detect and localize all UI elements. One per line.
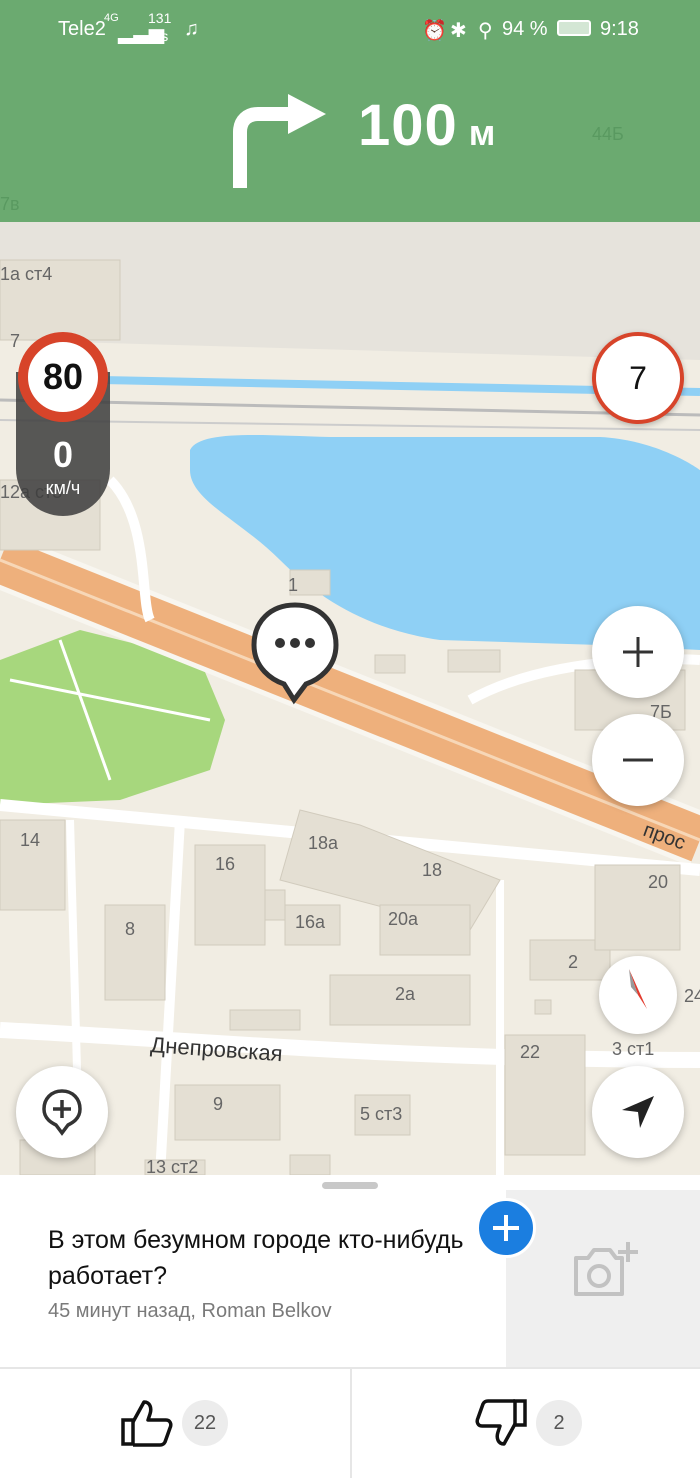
svg-text:8: 8 [125,919,135,939]
compass-button[interactable] [599,956,677,1034]
add-photo-area[interactable] [506,1190,700,1368]
svg-text:9: 9 [213,1094,223,1114]
locate-me-button[interactable] [592,1066,684,1158]
maneuver-distance: 100 м [358,93,497,158]
add-marker-icon [42,1089,82,1136]
plus-icon [493,1215,519,1241]
svg-text:1а ст4: 1а ст4 [0,264,52,284]
svg-text:2: 2 [568,952,578,972]
dislikes-count: 2 [536,1400,582,1446]
dislike-button[interactable]: 2 [474,1398,584,1448]
like-button[interactable]: 22 [120,1398,230,1448]
zoom-out-button[interactable] [592,714,684,806]
net-speed-unit: K/s [148,28,169,44]
carrier-label: Tele2 [58,18,106,40]
status-bar: Tele2 4G ▂▃▅ 131 K/s ♫ ⏰ ✱ ⚲ 94 % 9:18 [0,0,700,58]
camera-add-icon [574,1242,638,1296]
current-speed: 0 [52,434,74,475]
svg-text:22: 22 [520,1042,540,1062]
alarm-icon: ⏰ [422,20,447,42]
battery-percent: 94 % [502,18,548,40]
turn-right-arrow-icon [233,94,326,188]
svg-text:20: 20 [648,872,668,892]
clock: 9:18 [600,18,639,40]
svg-text:7: 7 [10,331,20,351]
zoom-in-button[interactable] [592,606,684,698]
post-meta: 45 минут назад, Roman Belkov [48,1300,332,1322]
music-icon: ♫ [184,18,199,40]
minus-icon [623,758,653,762]
add-button[interactable] [476,1198,536,1258]
likes-count: 22 [182,1400,228,1446]
svg-text:16: 16 [215,854,235,874]
svg-text:13 ст2: 13 ст2 [146,1157,198,1175]
navigation-arrow-icon [622,1096,654,1128]
thumbs-down-icon [475,1399,527,1446]
speed-camera-counter[interactable]: 7 [592,332,684,424]
network-type: 4G [104,12,119,24]
compass-icon [629,969,647,1009]
svg-text:1: 1 [288,575,298,595]
battery-icon [557,20,591,36]
svg-text:5 ст3: 5 ст3 [360,1104,402,1124]
speed-unit: км/ч [45,478,81,498]
location-icon: ⚲ [478,20,493,42]
svg-text:2а: 2а [395,984,416,1004]
post-title: В этом безумном городе кто-нибудь работа… [48,1226,464,1290]
svg-text:3 ст1: 3 ст1 [612,1039,654,1059]
svg-text:14: 14 [20,830,40,850]
speed-limit-sign: 80 [18,332,108,422]
svg-text:18: 18 [422,860,442,880]
net-speed-value: 131 [148,10,172,26]
add-point-button[interactable] [16,1066,108,1158]
svg-text:16а: 16а [295,912,326,932]
sheet-drag-handle[interactable] [322,1182,378,1189]
svg-text:24: 24 [684,986,700,1006]
plus-icon [623,637,653,667]
svg-text:18а: 18а [308,833,339,853]
divider [350,1369,352,1478]
thumbs-up-icon [121,1400,173,1447]
bluetooth-icon: ✱ [450,20,467,42]
svg-text:20а: 20а [388,909,419,929]
